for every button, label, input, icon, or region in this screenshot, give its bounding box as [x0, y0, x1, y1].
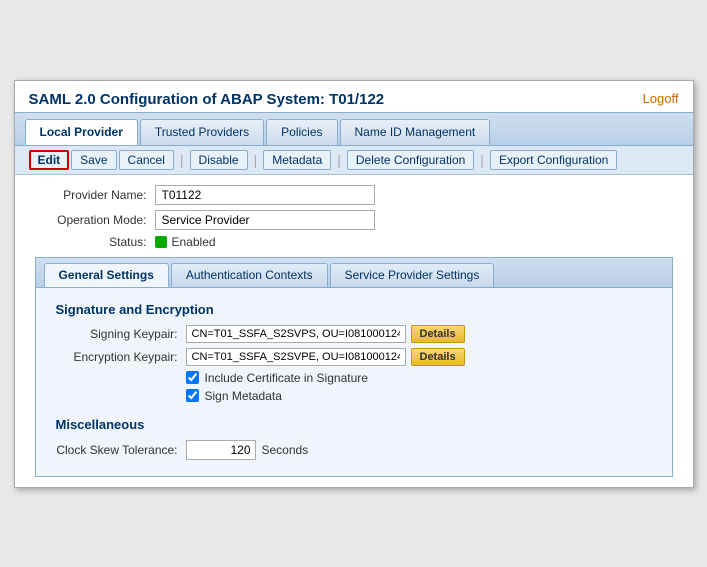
status-value: Enabled	[172, 235, 216, 249]
signing-keypair-input[interactable]	[186, 325, 406, 343]
logoff-link[interactable]: Logoff	[643, 91, 679, 106]
main-tab-bar: Local Provider Trusted Providers Policie…	[15, 112, 693, 146]
include-cert-checkbox[interactable]	[186, 371, 199, 384]
separator-3: |	[337, 152, 341, 168]
separator-4: |	[480, 152, 484, 168]
operation-mode-row: Operation Mode:	[35, 210, 673, 230]
encryption-keypair-label: Encryption Keypair:	[56, 350, 186, 364]
signing-keypair-row: Signing Keypair: Details	[56, 325, 652, 343]
main-window: SAML 2.0 Configuration of ABAP System: T…	[14, 80, 694, 488]
tab-local-provider[interactable]: Local Provider	[25, 119, 138, 145]
provider-name-row: Provider Name:	[35, 185, 673, 205]
tab-auth-contexts[interactable]: Authentication Contexts	[171, 263, 328, 287]
tab-name-id-management[interactable]: Name ID Management	[340, 119, 491, 145]
tab-trusted-providers[interactable]: Trusted Providers	[140, 119, 264, 145]
signing-details-button[interactable]: Details	[411, 325, 465, 343]
status-row: Status: Enabled	[35, 235, 673, 249]
misc-section: Miscellaneous Clock Skew Tolerance: Seco…	[56, 417, 652, 460]
signing-keypair-label: Signing Keypair:	[56, 327, 186, 341]
save-button[interactable]: Save	[71, 150, 116, 170]
sign-metadata-row: Sign Metadata	[186, 389, 652, 403]
separator-1: |	[180, 152, 184, 168]
status-indicator-icon	[155, 236, 167, 248]
delete-config-button[interactable]: Delete Configuration	[347, 150, 474, 170]
encryption-keypair-input[interactable]	[186, 348, 406, 366]
edit-button[interactable]: Edit	[29, 150, 70, 170]
sign-metadata-checkbox[interactable]	[186, 389, 199, 402]
tab-service-provider-settings[interactable]: Service Provider Settings	[330, 263, 495, 287]
provider-name-label: Provider Name:	[35, 188, 155, 202]
inner-content: Signature and Encryption Signing Keypair…	[35, 288, 673, 477]
metadata-button[interactable]: Metadata	[263, 150, 331, 170]
cancel-button[interactable]: Cancel	[119, 150, 174, 170]
clock-skew-input[interactable]	[186, 440, 256, 460]
encryption-details-button[interactable]: Details	[411, 348, 465, 366]
title-bar: SAML 2.0 Configuration of ABAP System: T…	[15, 81, 693, 112]
inner-tab-bar: General Settings Authentication Contexts…	[35, 257, 673, 288]
toolbar: Edit Save Cancel | Disable | Metadata | …	[15, 146, 693, 175]
provider-name-input[interactable]	[155, 185, 375, 205]
clock-skew-unit: Seconds	[262, 443, 309, 457]
signature-section-title: Signature and Encryption	[56, 302, 652, 317]
tab-general-settings[interactable]: General Settings	[44, 263, 169, 287]
operation-mode-label: Operation Mode:	[35, 213, 155, 227]
status-label: Status:	[35, 235, 155, 249]
clock-skew-row: Clock Skew Tolerance: Seconds	[56, 440, 652, 460]
separator-2: |	[254, 152, 258, 168]
tab-policies[interactable]: Policies	[266, 119, 337, 145]
export-config-button[interactable]: Export Configuration	[490, 150, 617, 170]
misc-section-title: Miscellaneous	[56, 417, 652, 432]
content-area: Provider Name: Operation Mode: Status: E…	[15, 175, 693, 487]
sign-metadata-label: Sign Metadata	[205, 389, 282, 403]
include-cert-label: Include Certificate in Signature	[205, 371, 368, 385]
page-title: SAML 2.0 Configuration of ABAP System: T…	[29, 91, 385, 108]
include-cert-row: Include Certificate in Signature	[186, 371, 652, 385]
disable-button[interactable]: Disable	[190, 150, 248, 170]
operation-mode-input[interactable]	[155, 210, 375, 230]
clock-skew-label: Clock Skew Tolerance:	[56, 443, 186, 457]
encryption-keypair-row: Encryption Keypair: Details	[56, 348, 652, 366]
